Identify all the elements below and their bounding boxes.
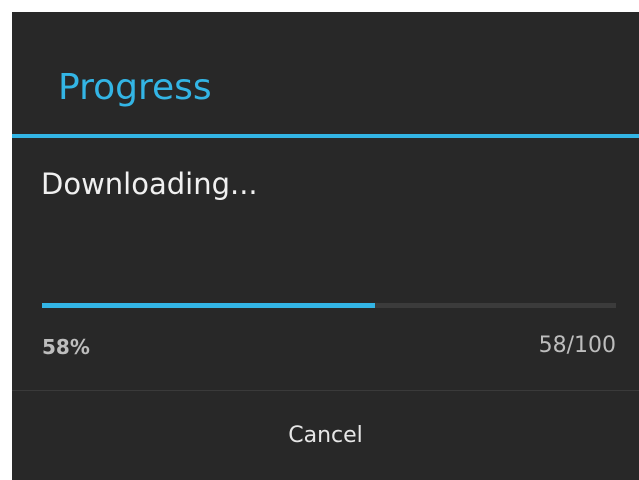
cancel-button[interactable]: Cancel: [12, 391, 639, 480]
progress-bar: [42, 303, 616, 308]
progress-count: 58/100: [538, 333, 616, 358]
progress-percent: 58%: [42, 335, 90, 359]
progress-bar-fill: [42, 303, 375, 308]
dialog-message: Downloading...: [41, 167, 258, 201]
progress-dialog: Progress Downloading... 58% 58/100 Cance…: [12, 12, 639, 480]
dialog-title: Progress: [58, 67, 212, 108]
title-divider: [12, 134, 639, 138]
